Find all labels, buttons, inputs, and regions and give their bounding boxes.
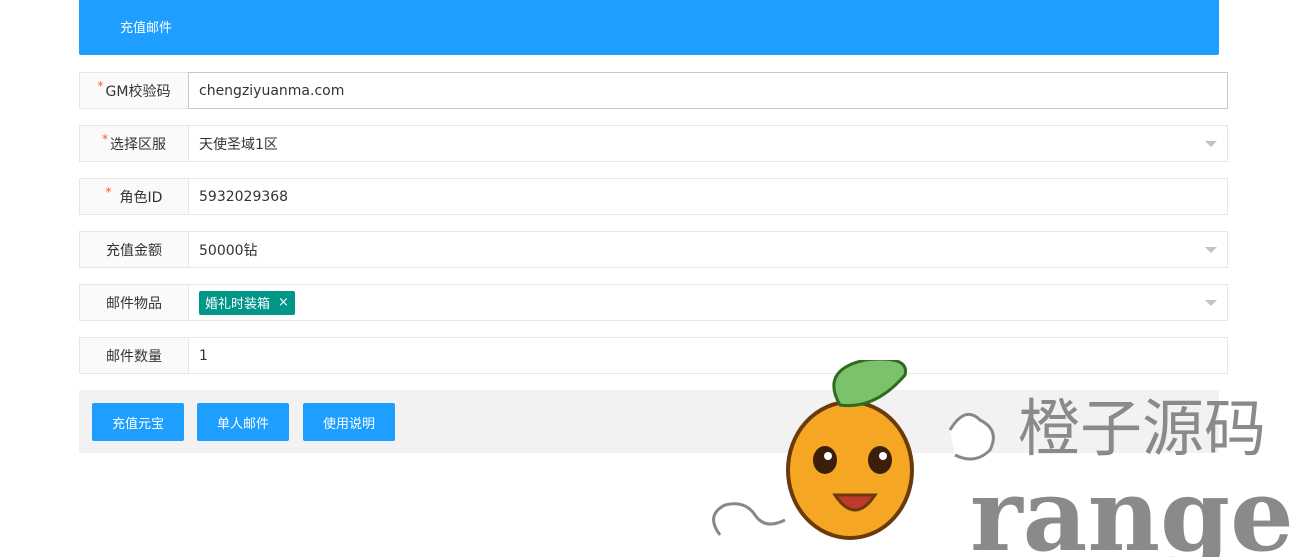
required-mark: * [102,131,108,146]
action-toolbar: 充值元宝 单人邮件 使用说明 [79,390,1219,453]
chevron-down-icon[interactable] [1205,247,1217,253]
form-row-amount: 充值金额 50000钻 [79,231,1228,268]
role-id-label: * 角色ID [79,178,189,215]
role-id-input[interactable] [199,188,1199,205]
items-select[interactable]: 婚礼时装箱 × [188,284,1228,321]
gm-code-label: * GM校验码 [79,72,189,109]
selected-item-tag: 婚礼时装箱 × [199,290,295,315]
form-row-items: 邮件物品 婚礼时装箱 × [79,284,1228,321]
panel-title: 充值邮件 [120,21,173,36]
chevron-down-icon[interactable] [1205,300,1217,306]
amount-select-value: 50000钻 [199,242,258,259]
required-mark: * [97,78,104,93]
form-row-server: * 选择区服 天使圣域1区 [79,125,1228,162]
server-select[interactable]: 天使圣域1区 [188,125,1228,162]
count-field[interactable] [188,337,1228,374]
tag-label: 婚礼时装箱 [205,297,271,312]
form-row-role-id: * 角色ID [79,178,1228,215]
panel-header: 充值邮件 [79,0,1219,55]
form-row-count: 邮件数量 [79,337,1228,374]
amount-select[interactable]: 50000钻 [188,231,1228,268]
server-label: * 选择区服 [79,125,189,162]
recharge-button[interactable]: 充值元宝 [92,403,184,441]
count-label: 邮件数量 [79,337,189,374]
amount-label: 充值金额 [79,231,189,268]
items-label: 邮件物品 [79,284,189,321]
gm-code-field[interactable] [188,72,1228,109]
chevron-down-icon[interactable] [1205,141,1217,147]
gm-code-input[interactable] [199,82,1199,99]
close-icon[interactable]: × [278,295,289,310]
watermark-en: range [970,456,1294,557]
single-mail-button[interactable]: 单人邮件 [197,403,289,441]
role-id-field[interactable] [188,178,1228,215]
help-button[interactable]: 使用说明 [303,403,395,441]
count-input[interactable] [199,347,1199,364]
server-select-value: 天使圣域1区 [199,136,278,153]
required-mark: * [105,184,112,199]
form-row-gm-code: * GM校验码 [79,72,1228,109]
